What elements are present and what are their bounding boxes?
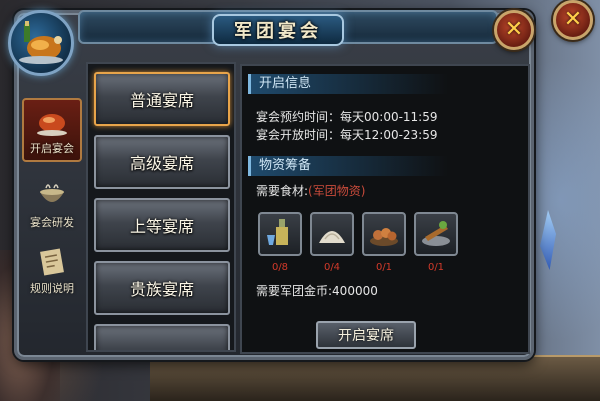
ingredients-label: 需要食材:	[256, 184, 309, 198]
ingredient-slot[interactable]	[310, 212, 354, 256]
flour-sack-icon	[315, 215, 349, 253]
ingredient-slot[interactable]	[362, 212, 406, 256]
banquet-type-label: 普通宴席	[129, 91, 194, 110]
ingredient-slot[interactable]	[258, 212, 302, 256]
ingredient-count: 0/4	[323, 262, 341, 273]
side-tab-open-banquet[interactable]: 开启宴会	[22, 98, 82, 162]
banquet-type-superior[interactable]: 上等宴席	[94, 198, 230, 252]
close-button[interactable]: ✕	[494, 10, 534, 50]
banquet-type-partial[interactable]	[94, 324, 230, 350]
background-frame-decoration	[150, 355, 600, 401]
open-time-text: 宴会开放时间：每天12:00-23:59	[256, 128, 438, 142]
open-banquet-button[interactable]: 开启宴席	[316, 321, 416, 349]
close-icon: ✕	[504, 17, 524, 42]
cauldron-icon	[34, 180, 70, 212]
banquet-type-advanced[interactable]: 高级宴席	[94, 135, 230, 189]
eggs-basket-icon	[367, 215, 401, 253]
banquet-type-list: 普通宴席 高级宴席 上等宴席 贵族宴席	[86, 62, 236, 352]
side-tab-label: 宴会研发	[30, 216, 74, 229]
roast-dish-icon	[34, 106, 70, 138]
close-icon: ✕	[563, 7, 583, 32]
close-button-secondary[interactable]: ✕	[553, 0, 593, 40]
banquet-type-label: 上等宴席	[129, 217, 194, 236]
scroll-icon	[34, 246, 70, 278]
gold-label: 需要军团金币:	[256, 284, 333, 298]
ingredients-line: 需要食材:(军团物资)	[256, 182, 365, 199]
gold-requirement-line: 需要军团金币:400000	[256, 282, 378, 299]
banquet-type-label: 贵族宴席	[129, 280, 194, 299]
grilled-meat-icon	[419, 215, 453, 253]
reserve-time-text: 宴会预约时间：每天00:00-11:59	[256, 110, 438, 124]
section-heading-materials: 物资筹备	[248, 156, 448, 176]
side-tab-banquet-research[interactable]: 宴会研发	[22, 170, 82, 234]
side-tab-label: 开启宴会	[30, 142, 74, 155]
roast-chicken-logo-icon	[8, 10, 74, 76]
side-tab-rules[interactable]: 规则说明	[22, 236, 82, 300]
gold-value: 400000	[332, 284, 378, 298]
banquet-details-panel: 开启信息 宴会预约时间：每天00:00-11:59 宴会开放时间：每天12:00…	[240, 64, 530, 354]
ingredient-count: 0/1	[427, 262, 445, 273]
ingredient-count: 0/1	[375, 262, 393, 273]
ingredient-slot[interactable]	[414, 212, 458, 256]
banquet-type-normal[interactable]: 普通宴席	[94, 72, 230, 126]
ingredients-source: (军团物资)	[308, 184, 366, 198]
ingredient-count: 0/8	[271, 262, 289, 273]
banquet-type-noble[interactable]: 贵族宴席	[94, 261, 230, 315]
side-tab-label: 规则说明	[30, 282, 74, 295]
title-plate: 军团宴会	[212, 14, 344, 46]
window-title: 军团宴会	[234, 21, 322, 42]
wine-bottle-icon	[263, 215, 297, 253]
section-heading-open-info: 开启信息	[248, 74, 448, 94]
banquet-type-label: 高级宴席	[129, 154, 194, 173]
